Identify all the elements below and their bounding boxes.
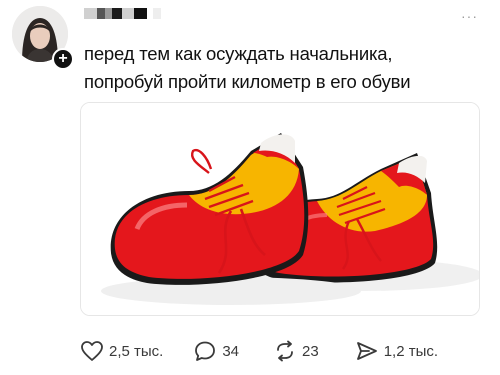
like-button[interactable]: 2,5 тыс. xyxy=(80,340,163,362)
comment-icon xyxy=(195,341,216,361)
repost-count: 23 xyxy=(302,342,319,360)
post-image[interactable] xyxy=(80,102,480,316)
share-count: 1,2 тыс. xyxy=(383,342,439,360)
share-button[interactable]: 1,2 тыс. xyxy=(355,340,438,362)
post-text: перед тем как осуждать начальника, попро… xyxy=(84,40,484,96)
more-options-icon[interactable]: ··· xyxy=(461,8,478,24)
author-avatar-group[interactable]: + xyxy=(12,6,74,70)
repost-button[interactable]: 23 xyxy=(273,340,319,362)
post-actions: 2,5 тыс. 34 23 1,2 тыс. xyxy=(80,338,480,364)
comment-count: 34 xyxy=(222,342,240,360)
repost-icon xyxy=(277,340,293,362)
clown-shoes-image xyxy=(81,103,479,315)
post-text-line-2: попробуй пройти километр в его обуви xyxy=(84,71,411,92)
comment-button[interactable]: 34 xyxy=(193,340,239,362)
post-text-line-1: перед тем как осуждать начальника, xyxy=(84,43,393,64)
username-masked[interactable] xyxy=(84,8,161,22)
like-count: 2,5 тыс. xyxy=(109,342,164,360)
heart-icon xyxy=(81,341,103,361)
send-icon xyxy=(356,342,377,360)
post-card: + ··· перед тем как осуждать начальника,… xyxy=(0,0,500,375)
follow-button[interactable]: + xyxy=(52,48,74,70)
